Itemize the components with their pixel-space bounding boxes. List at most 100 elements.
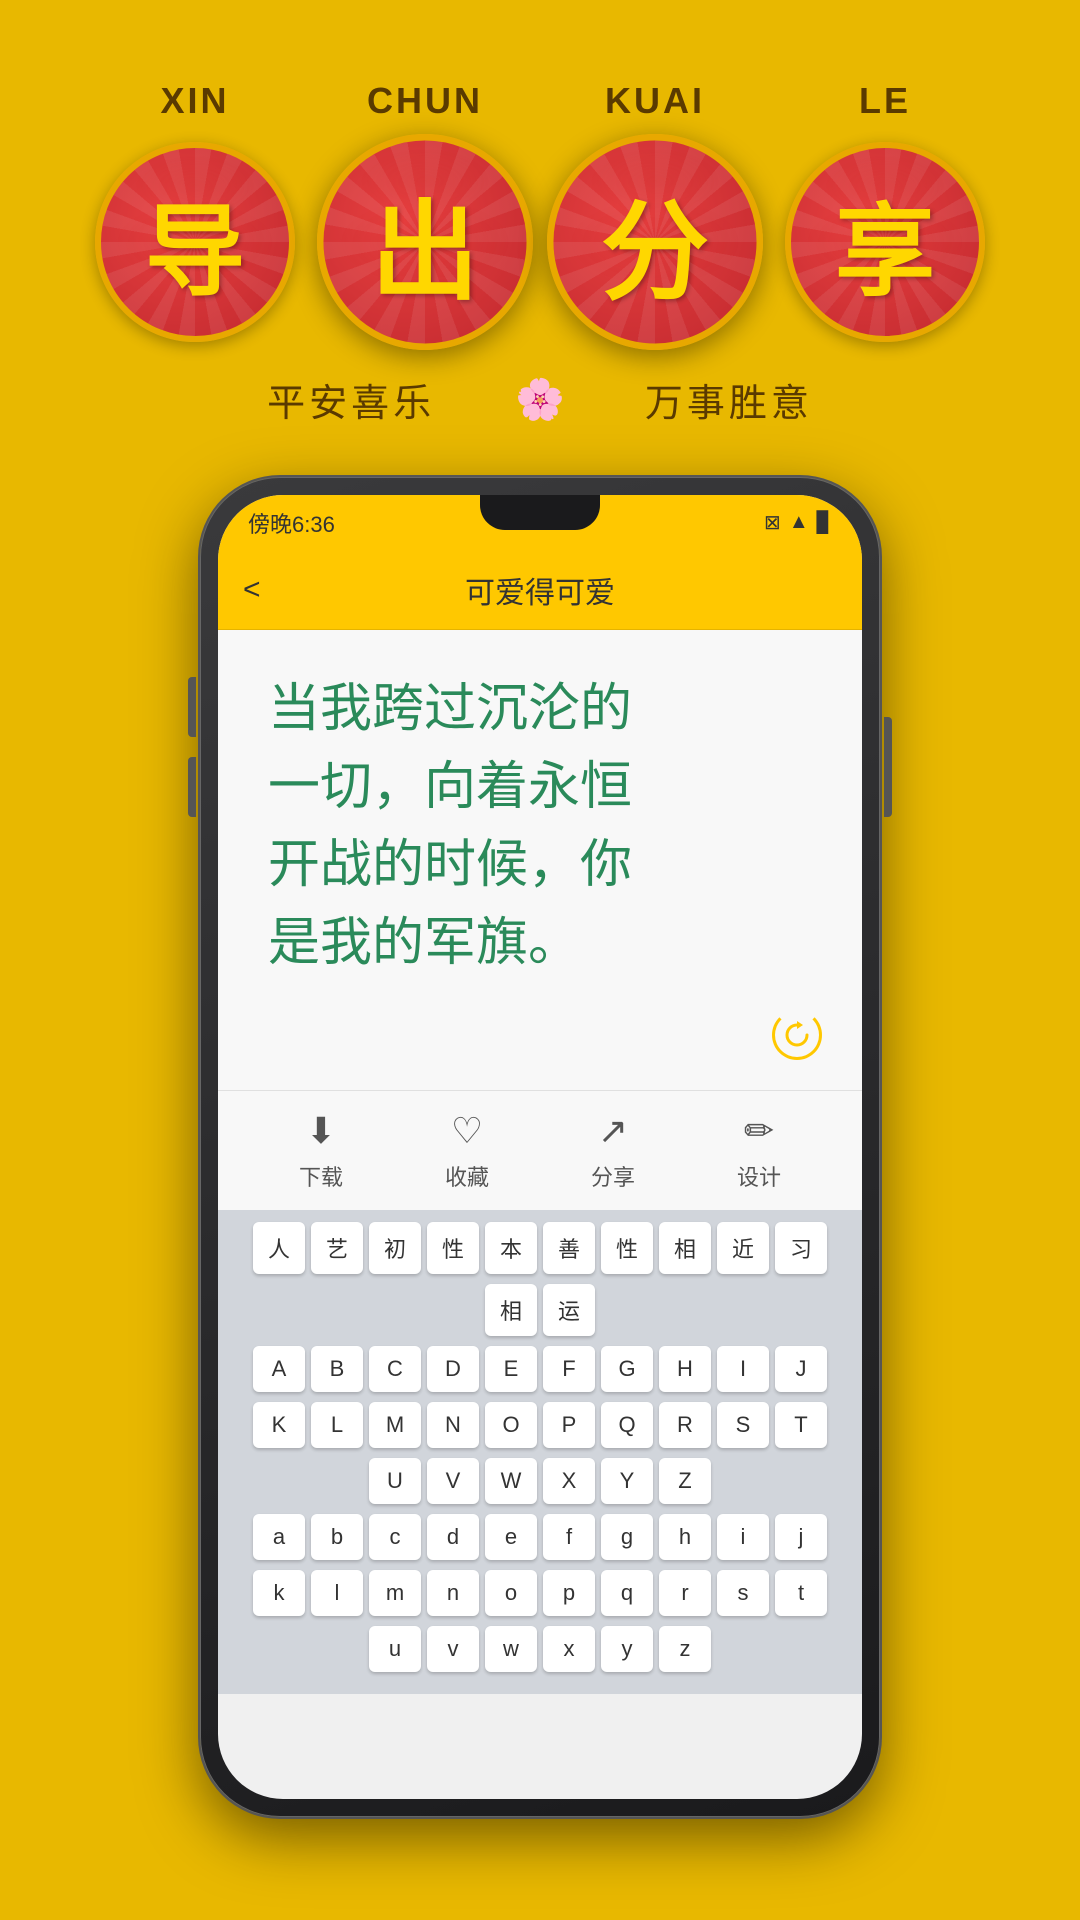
back-button[interactable]: <	[243, 573, 261, 607]
key-b[interactable]: b	[311, 1514, 363, 1560]
key-ren[interactable]: 人	[253, 1222, 305, 1274]
key-y[interactable]: y	[601, 1626, 653, 1672]
key-D[interactable]: D	[427, 1346, 479, 1392]
key-g[interactable]: g	[601, 1514, 653, 1560]
key-V[interactable]: V	[427, 1458, 479, 1504]
keyboard-lower-row2: k l m n o p q r s t	[226, 1570, 854, 1616]
key-M[interactable]: M	[369, 1402, 421, 1448]
labels-row: XIN CHUN KUAI LE	[110, 80, 970, 122]
key-s[interactable]: s	[717, 1570, 769, 1616]
key-x[interactable]: x	[543, 1626, 595, 1672]
keyboard-upper-row3: U V W X Y Z	[226, 1458, 854, 1504]
key-m[interactable]: m	[369, 1570, 421, 1616]
key-e[interactable]: e	[485, 1514, 537, 1560]
circle-fen[interactable]: 分	[547, 134, 763, 350]
circle-dao[interactable]: 导	[95, 142, 295, 342]
key-T[interactable]: T	[775, 1402, 827, 1448]
key-t[interactable]: t	[775, 1570, 827, 1616]
key-U[interactable]: U	[369, 1458, 421, 1504]
phone-container: 傍晚6:36 ⊠ ▲ ▊ < 可爱得可爱 当我跨过沉沦的一切，向着永恒开战的时候…	[200, 477, 880, 1817]
key-r[interactable]: r	[659, 1570, 711, 1616]
keyboard-lower-row1: a b c d e f g h i j	[226, 1514, 854, 1560]
wifi-icon: ▲	[789, 511, 809, 534]
key-xi[interactable]: 习	[775, 1222, 827, 1274]
key-W[interactable]: W	[485, 1458, 537, 1504]
key-B[interactable]: B	[311, 1346, 363, 1392]
key-j[interactable]: j	[775, 1514, 827, 1560]
phone-outer: 傍晚6:36 ⊠ ▲ ▊ < 可爱得可爱 当我跨过沉沦的一切，向着永恒开战的时候…	[200, 477, 880, 1817]
signal-icon: ⊠	[764, 510, 781, 535]
key-c[interactable]: c	[369, 1514, 421, 1560]
key-R[interactable]: R	[659, 1402, 711, 1448]
key-xing[interactable]: 性	[427, 1222, 479, 1274]
key-k[interactable]: k	[253, 1570, 305, 1616]
key-xiang[interactable]: 相	[659, 1222, 711, 1274]
toolbar-download[interactable]: ⬇ 下载	[299, 1110, 343, 1192]
key-H[interactable]: H	[659, 1346, 711, 1392]
key-d[interactable]: d	[427, 1514, 479, 1560]
label-xin: XIN	[110, 80, 280, 122]
key-h[interactable]: h	[659, 1514, 711, 1560]
refresh-icon[interactable]	[772, 1010, 822, 1060]
char-fen: 分	[601, 164, 709, 321]
key-u[interactable]: u	[369, 1626, 421, 1672]
key-p[interactable]: p	[543, 1570, 595, 1616]
label-chun: CHUN	[340, 80, 510, 122]
app-header: < 可爱得可爱	[218, 550, 862, 630]
key-yun[interactable]: 运	[543, 1284, 595, 1336]
key-A[interactable]: A	[253, 1346, 305, 1392]
circle-xiang[interactable]: 享	[785, 142, 985, 342]
label-kuai: KUAI	[570, 80, 740, 122]
key-xiang2[interactable]: 相	[485, 1284, 537, 1336]
key-K[interactable]: K	[253, 1402, 305, 1448]
key-J[interactable]: J	[775, 1346, 827, 1392]
key-i[interactable]: i	[717, 1514, 769, 1560]
key-w[interactable]: w	[485, 1626, 537, 1672]
key-v[interactable]: v	[427, 1626, 479, 1672]
key-O[interactable]: O	[485, 1402, 537, 1448]
key-jin[interactable]: 近	[717, 1222, 769, 1274]
share-label: 分享	[591, 1160, 635, 1192]
key-X[interactable]: X	[543, 1458, 595, 1504]
status-icons: ⊠ ▲ ▊	[764, 510, 832, 535]
key-S[interactable]: S	[717, 1402, 769, 1448]
key-F[interactable]: F	[543, 1346, 595, 1392]
key-I[interactable]: I	[717, 1346, 769, 1392]
design-label: 设计	[737, 1160, 781, 1192]
toolbar-favorite[interactable]: ♡ 收藏	[445, 1110, 489, 1192]
download-label: 下载	[299, 1160, 343, 1192]
key-n[interactable]: n	[427, 1570, 479, 1616]
key-q[interactable]: q	[601, 1570, 653, 1616]
keyboard-chinese-row1: 人 艺 初 性 本 善 性 相 近 习	[226, 1222, 854, 1274]
circle-chu[interactable]: 出	[317, 134, 533, 350]
key-C[interactable]: C	[369, 1346, 421, 1392]
key-E[interactable]: E	[485, 1346, 537, 1392]
key-Y[interactable]: Y	[601, 1458, 653, 1504]
subtitle-right: 万事胜意	[645, 372, 813, 427]
top-section: XIN CHUN KUAI LE 导 出 分 享 平安喜乐 🌸 万事胜意	[0, 0, 1080, 477]
key-N[interactable]: N	[427, 1402, 479, 1448]
key-P[interactable]: P	[543, 1402, 595, 1448]
key-L[interactable]: L	[311, 1402, 363, 1448]
toolbar-share[interactable]: ↗ 分享	[591, 1110, 635, 1192]
key-ben[interactable]: 本	[485, 1222, 537, 1274]
key-z[interactable]: z	[659, 1626, 711, 1672]
key-xing2[interactable]: 性	[601, 1222, 653, 1274]
volume-down-button	[188, 757, 196, 817]
key-Q[interactable]: Q	[601, 1402, 653, 1448]
key-a[interactable]: a	[253, 1514, 305, 1560]
key-chu[interactable]: 初	[369, 1222, 421, 1274]
keyboard-upper-row1: A B C D E F G H I J	[226, 1346, 854, 1392]
subtitle-row: 平安喜乐 🌸 万事胜意	[267, 372, 813, 427]
key-yi[interactable]: 艺	[311, 1222, 363, 1274]
key-G[interactable]: G	[601, 1346, 653, 1392]
lotus-icon: 🌸	[515, 376, 565, 423]
key-shan[interactable]: 善	[543, 1222, 595, 1274]
key-Z[interactable]: Z	[659, 1458, 711, 1504]
content-area: 当我跨过沉沦的一切，向着永恒开战的时候，你是我的军旗。	[218, 630, 862, 1090]
toolbar-design[interactable]: ✏ 设计	[737, 1110, 781, 1192]
key-o[interactable]: o	[485, 1570, 537, 1616]
char-dao: 导	[145, 170, 245, 315]
key-f[interactable]: f	[543, 1514, 595, 1560]
key-l[interactable]: l	[311, 1570, 363, 1616]
